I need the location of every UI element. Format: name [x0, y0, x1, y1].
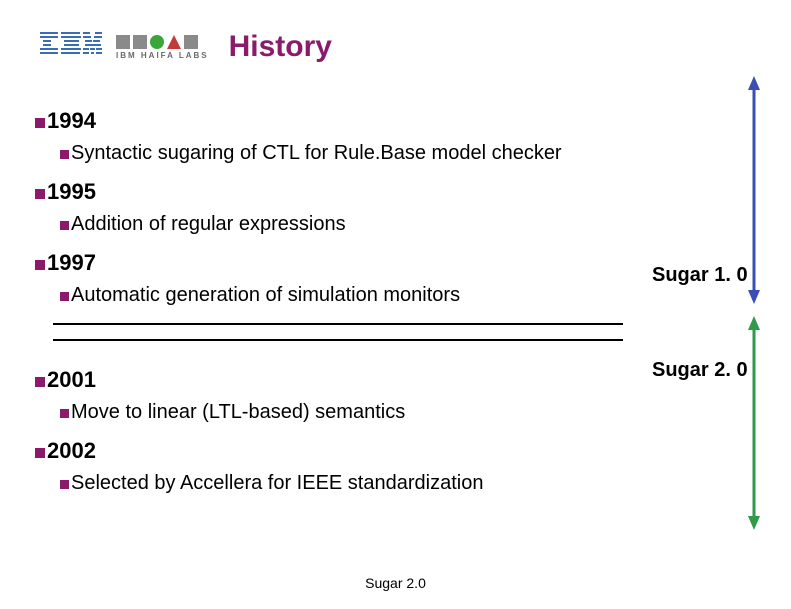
triangle-icon [167, 35, 181, 49]
circle-icon [150, 35, 164, 49]
ibm-logo-icon [40, 32, 102, 63]
slide-footer: Sugar 2.0 [0, 575, 791, 591]
year-label: 1997 [47, 250, 96, 276]
year-label: 2002 [47, 438, 96, 464]
bullet-icon [60, 480, 69, 489]
bullet-icon [35, 448, 45, 458]
desc-text: Move to linear (LTL-based) semantics [71, 401, 405, 424]
haifa-labs-logo: IBM HAIFA LABS [116, 35, 209, 60]
timeline-desc: Addition of regular expressions [60, 213, 751, 236]
desc-text: Selected by Accellera for IEEE standardi… [71, 472, 483, 495]
bullet-icon [35, 189, 45, 199]
bullet-icon [35, 118, 45, 128]
year-label: 2001 [47, 367, 96, 393]
haifa-shapes-icon [116, 35, 209, 49]
timeline-year: 2001 [35, 367, 751, 393]
slide-content: 1994 Syntactic sugaring of CTL for Rule.… [0, 64, 791, 495]
timeline-desc: Automatic generation of simulation monit… [60, 284, 751, 307]
sugar1-label: Sugar 1. 0 [652, 264, 748, 287]
timeline-desc: Syntactic sugaring of CTL for Rule.Base … [60, 142, 751, 165]
bullet-icon [35, 377, 45, 387]
timeline-year: 2002 [35, 438, 751, 464]
bullet-icon [60, 409, 69, 418]
bullet-icon [60, 221, 69, 230]
bullet-icon [60, 292, 69, 301]
timeline-desc: Selected by Accellera for IEEE standardi… [60, 472, 751, 495]
bullet-icon [60, 150, 69, 159]
year-label: 1995 [47, 179, 96, 205]
square-icon [133, 35, 147, 49]
desc-text: Automatic generation of simulation monit… [71, 284, 460, 307]
slide-title: History [229, 30, 332, 64]
square-icon [116, 35, 130, 49]
slide-header: IBM HAIFA LABS History [0, 0, 791, 64]
desc-text: Addition of regular expressions [71, 213, 346, 236]
divider-line [53, 323, 623, 325]
sugar2-label: Sugar 2. 0 [652, 359, 748, 382]
bullet-icon [35, 260, 45, 270]
timeline-year: 1997 [35, 250, 751, 276]
square-icon [184, 35, 198, 49]
timeline-year: 1995 [35, 179, 751, 205]
timeline-arrows-icon [742, 64, 772, 544]
haifa-labs-text: IBM HAIFA LABS [116, 51, 209, 60]
divider-line [53, 339, 623, 341]
timeline-desc: Move to linear (LTL-based) semantics [60, 401, 751, 424]
year-label: 1994 [47, 108, 96, 134]
timeline-year: 1994 [35, 108, 751, 134]
desc-text: Syntactic sugaring of CTL for Rule.Base … [71, 142, 562, 165]
